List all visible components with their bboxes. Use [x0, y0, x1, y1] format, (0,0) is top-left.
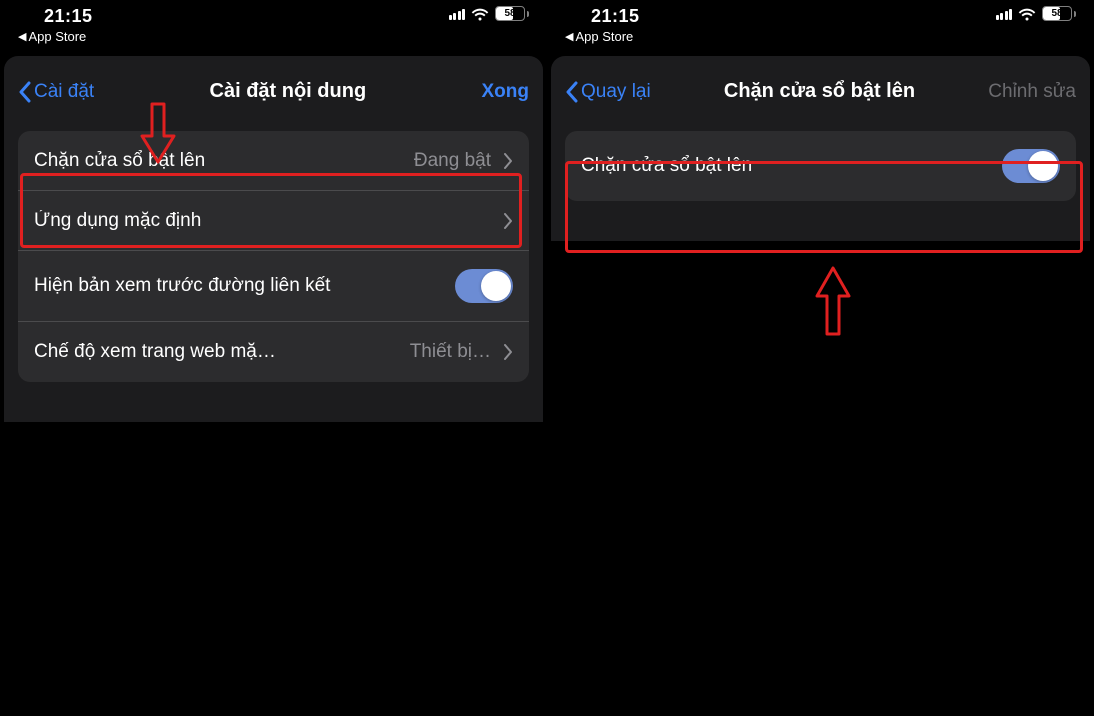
row-default-website-mode[interactable]: Chế độ xem trang web mặ… Thiết bị…	[18, 322, 529, 382]
chevron-right-icon	[503, 213, 513, 229]
row-value: Đang bật	[414, 150, 491, 172]
wifi-icon	[471, 7, 489, 21]
nav-bar: Cài đặt Cài đặt nội dung Xong	[4, 56, 543, 131]
edit-button[interactable]: Chỉnh sửa	[988, 81, 1076, 103]
row-label: Chặn cửa sổ bật lên	[581, 155, 1002, 177]
row-label: Chế độ xem trang web mặ…	[34, 341, 410, 363]
battery-icon: 58	[495, 6, 529, 21]
back-to-app[interactable]: ◀ App Store	[18, 29, 93, 44]
nav-bar: Quay lại Chặn cửa sổ bật lên Chỉnh sửa	[551, 56, 1090, 131]
nav-title: Cài đặt nội dung	[102, 80, 473, 103]
settings-list: Chặn cửa sổ bật lên Đang bật Ứng dụng mặ…	[18, 131, 529, 382]
chevron-right-icon	[503, 344, 513, 360]
row-label: Chặn cửa sổ bật lên	[34, 150, 414, 172]
cellular-icon	[449, 7, 466, 20]
phone-right: 21:15 ◀ App Store 58 Quay lại Chặn cửa s…	[547, 0, 1094, 716]
settings-sheet: Quay lại Chặn cửa sổ bật lên Chỉnh sửa C…	[551, 56, 1090, 241]
status-time: 21:15	[565, 6, 640, 27]
settings-sheet: Cài đặt Cài đặt nội dung Xong Chặn cửa s…	[4, 56, 543, 422]
link-preview-toggle[interactable]	[455, 269, 513, 303]
cellular-icon	[996, 7, 1013, 20]
row-value: Thiết bị…	[410, 341, 491, 363]
status-time: 21:15	[18, 6, 93, 27]
annotation-arrow-up	[813, 264, 853, 338]
row-label: Ứng dụng mặc định	[34, 210, 495, 232]
row-popup-blocker-toggle[interactable]: Chặn cửa sổ bật lên	[565, 131, 1076, 201]
row-label: Hiện bản xem trước đường liên kết	[34, 275, 455, 297]
chevron-left-icon	[18, 81, 32, 103]
row-link-preview[interactable]: Hiện bản xem trước đường liên kết	[18, 251, 529, 322]
battery-icon: 58	[1042, 6, 1076, 21]
row-popup-blocker[interactable]: Chặn cửa sổ bật lên Đang bật	[18, 131, 529, 191]
nav-back-button[interactable]: Cài đặt	[18, 81, 94, 103]
row-default-app[interactable]: Ứng dụng mặc định	[18, 191, 529, 251]
back-triangle-icon: ◀	[18, 30, 26, 43]
status-bar: 21:15 ◀ App Store 58	[0, 0, 547, 48]
nav-title: Chặn cửa sổ bật lên	[659, 80, 981, 103]
chevron-right-icon	[503, 153, 513, 169]
phone-left: 21:15 ◀ App Store 58 Cài đặt Cài đặt nội…	[0, 0, 547, 716]
status-bar: 21:15 ◀ App Store 58	[547, 0, 1094, 48]
back-to-app[interactable]: ◀ App Store	[565, 29, 640, 44]
wifi-icon	[1018, 7, 1036, 21]
chevron-left-icon	[565, 81, 579, 103]
done-button[interactable]: Xong	[482, 81, 530, 103]
settings-list: Chặn cửa sổ bật lên	[565, 131, 1076, 201]
popup-blocker-toggle[interactable]	[1002, 149, 1060, 183]
back-triangle-icon: ◀	[565, 30, 573, 43]
nav-back-button[interactable]: Quay lại	[565, 81, 651, 103]
